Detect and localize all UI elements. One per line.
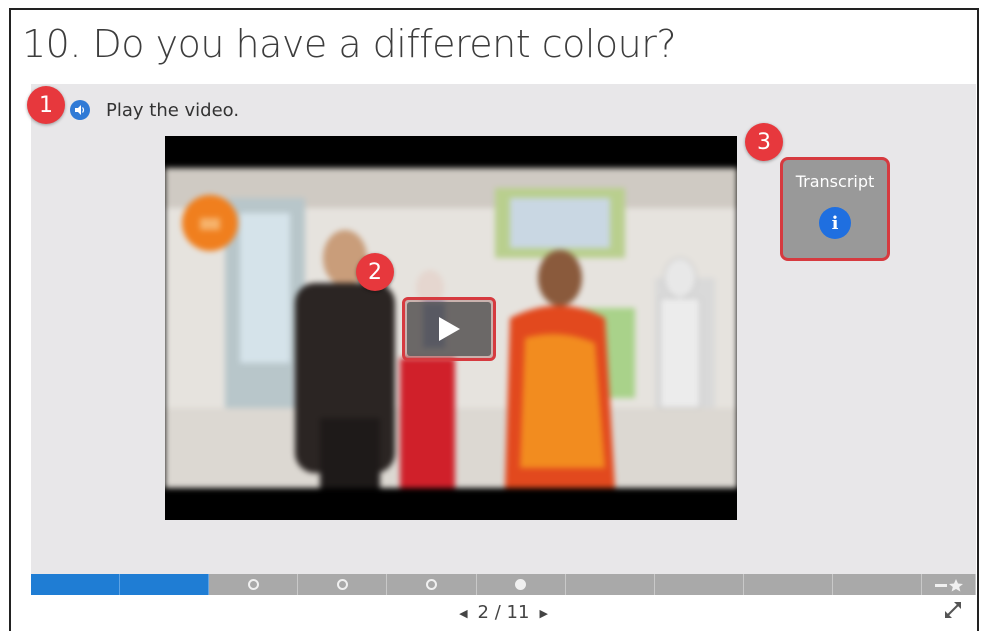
progress-segment-1[interactable] xyxy=(31,574,121,595)
callout-badge-2: 2 xyxy=(356,253,394,291)
progress-segment-5[interactable] xyxy=(387,574,477,595)
next-page-icon[interactable]: ▶ xyxy=(539,607,547,620)
transcript-button[interactable]: Transcript i xyxy=(780,157,890,261)
progress-segment-7[interactable] xyxy=(565,574,655,595)
previous-page-icon[interactable]: ◀ xyxy=(459,607,467,620)
instruction-text: Play the video. xyxy=(106,99,240,121)
progress-segment-3[interactable] xyxy=(209,574,299,595)
progress-segment-10[interactable] xyxy=(832,574,923,595)
pager: ◀ 2 / 11 ▶ xyxy=(31,602,976,623)
fullscreen-icon[interactable] xyxy=(942,599,964,621)
pager-separator: / xyxy=(494,602,501,623)
callout-badge-1: 1 xyxy=(27,86,65,124)
play-icon xyxy=(439,317,460,341)
speaker-icon[interactable] xyxy=(70,100,90,120)
incomplete-circle-icon xyxy=(336,579,348,590)
star-icon xyxy=(934,578,963,591)
instruction-row: Play the video. xyxy=(70,98,239,122)
progress-segment-star[interactable] xyxy=(922,574,976,595)
info-icon[interactable]: i xyxy=(819,207,851,239)
incomplete-circle-icon xyxy=(247,579,259,590)
progress-segment-2[interactable] xyxy=(120,574,210,595)
progress-segment-4[interactable] xyxy=(298,574,388,595)
pager-current: 2 xyxy=(477,602,489,623)
transcript-label: Transcript xyxy=(795,172,875,191)
incomplete-circle-icon xyxy=(425,579,437,590)
play-button[interactable] xyxy=(402,297,496,361)
progress-segment-6[interactable] xyxy=(476,574,566,595)
progress-bar xyxy=(31,574,976,595)
play-button-inner[interactable] xyxy=(407,302,491,356)
page-navigation: ◀ 2 / 11 ▶ xyxy=(31,595,976,629)
progress-segment-9[interactable] xyxy=(743,574,833,595)
progress-segment-8[interactable] xyxy=(654,574,744,595)
pager-total: 11 xyxy=(506,602,530,623)
callout-badge-3: 3 xyxy=(745,123,783,161)
page-title: 10. Do you have a different colour? xyxy=(22,22,677,66)
current-circle-icon xyxy=(515,579,527,590)
